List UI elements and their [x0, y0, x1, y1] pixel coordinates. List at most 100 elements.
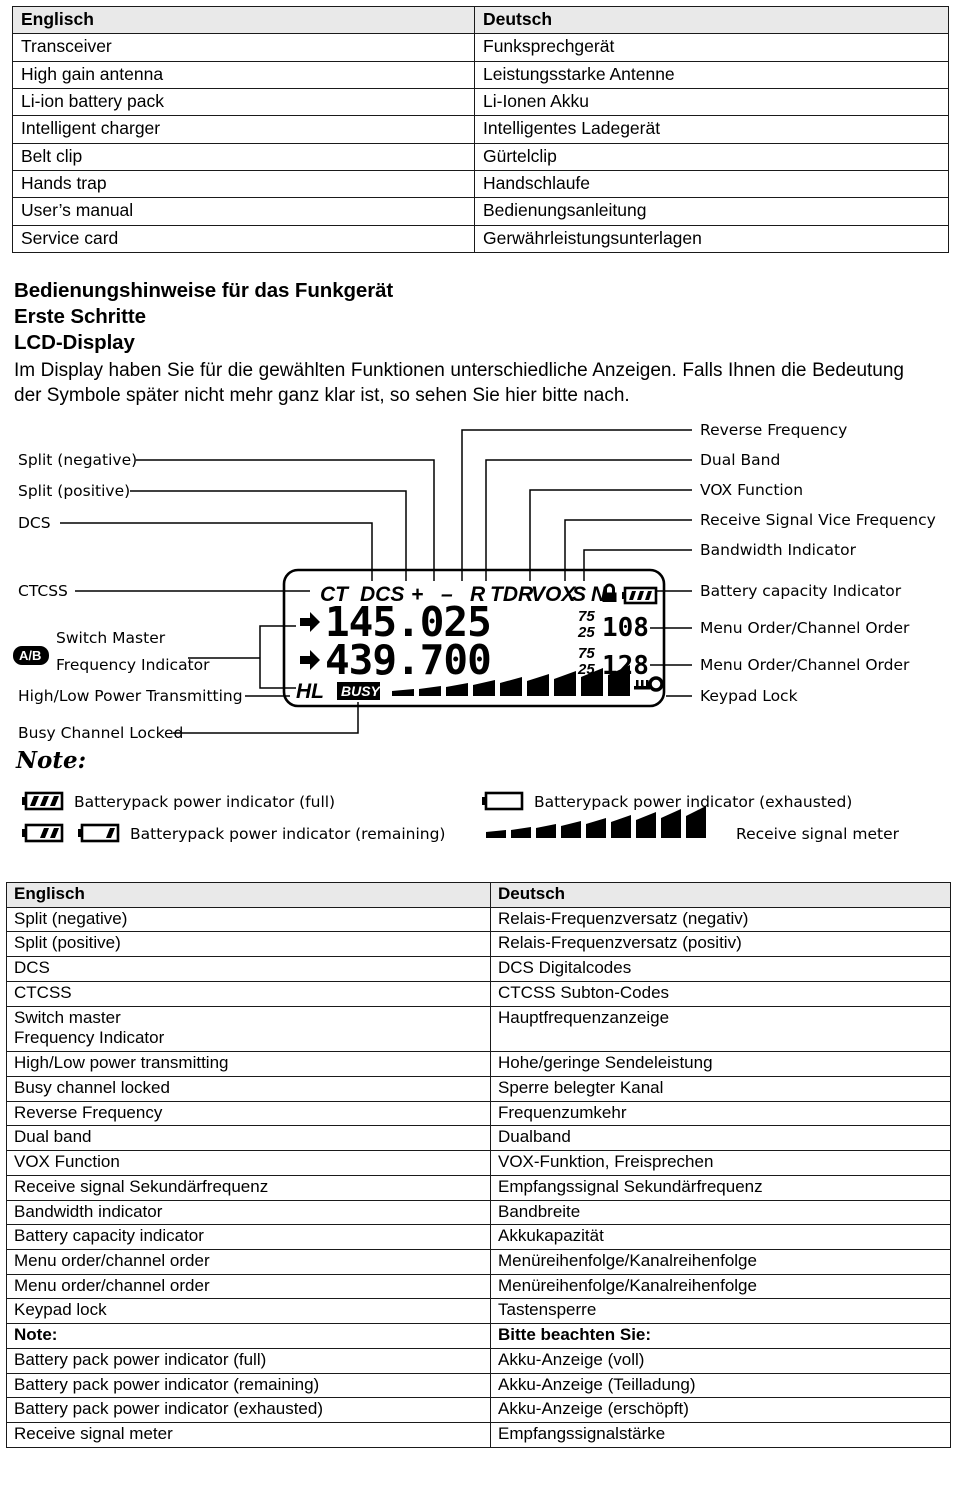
cell-english: Reverse Frequency [6, 1100, 491, 1127]
table-row: Menu order/channel order Menüreihenfolge/… [6, 1273, 951, 1300]
table-row: Belt clip Gürtelclip [12, 142, 949, 172]
table-row: Keypad lock Tastensperre [6, 1298, 951, 1325]
cell-german: Tastensperre [490, 1298, 951, 1325]
table-row: Service card Gerwährleistungsunterlagen [12, 224, 949, 254]
label-split-negative: Split (negative) [18, 451, 137, 469]
table-header-row: Englisch Deutsch [6, 882, 951, 908]
cell-german: Akkukapazität [490, 1224, 951, 1251]
label-bandwidth-indicator: Bandwidth Indicator [700, 541, 857, 559]
cell-german: Sperre belegter Kanal [490, 1075, 951, 1102]
table-row: Menu order/channel order Menüreihenfolge/… [6, 1249, 951, 1275]
label-reverse-frequency: Reverse Frequency [700, 421, 847, 439]
ab-badge: A/B [13, 646, 49, 665]
column-header-english: Englisch [6, 882, 491, 908]
label-dcs: DCS [18, 514, 51, 532]
cell-german: Menüreihenfolge/Kanalreihenfolge [490, 1273, 951, 1300]
cell-english: Menu order/channel order [6, 1273, 491, 1300]
table-row: User’s manual Bedienungsanleitung [12, 197, 949, 226]
battery-exhausted-icon [482, 791, 524, 811]
cell-english: Battery capacity indicator [6, 1224, 491, 1251]
lcd-display-diagram: .lbl { font-family: "DejaVu Sans", sans-… [0, 418, 960, 878]
table-row: High gain antenna Leistungsstarke Antenne [12, 60, 949, 90]
heading-operating-instructions: Bedienungshinweise für das Funkgerät [14, 279, 394, 302]
cell-german: Hohe/geringe Sendeleistung [490, 1051, 951, 1077]
cell-english: Intelligent charger [12, 115, 475, 144]
cell-english: Receive signal Sekundärfrequenz [6, 1174, 491, 1201]
cell-german: Gürtelclip [474, 142, 949, 172]
leader-split-negative [136, 459, 435, 581]
lcd-step-main-bottom: 25 [577, 624, 595, 641]
cell-english: Service card [12, 224, 475, 254]
lcd-display-paragraph: Im Display haben Sie für die gewählten F… [14, 360, 904, 407]
accessories-table-body: Englisch Deutsch Transceiver Funksprechgerä… [12, 5, 949, 254]
table-row: Switch master Frequency Indicator Hauptfr… [6, 1005, 951, 1053]
lcd-busy-badge: BUSY [337, 682, 382, 700]
display-symbols-table-body: Englisch Deutsch Split (negative) Relais-Fr… [6, 882, 951, 1448]
table-row: Note: Bitte beachten Sie: [6, 1323, 951, 1349]
cell-english: DCS [6, 956, 491, 982]
svg-text:A/B: A/B [19, 648, 41, 663]
column-header-english: Englisch [12, 5, 475, 35]
cell-german: Bedienungsanleitung [474, 197, 949, 226]
cell-german: Hauptfrequenzanzeige [490, 1005, 951, 1053]
lcd-step-sub-top: 75 [578, 645, 595, 662]
cell-german: Bitte beachten Sie: [490, 1323, 951, 1349]
svg-text:BUSY: BUSY [341, 683, 382, 699]
cell-german: VOX-Funktion, Freisprechen [490, 1150, 951, 1176]
battery-full-icon [22, 791, 64, 811]
table-row: Transceiver Funksprechgerät [12, 33, 949, 62]
note-item-full: Batterypack power indicator (full) [74, 793, 335, 811]
table-row: Bandwidth indicator Bandbreite [6, 1199, 951, 1226]
lcd-power-mode: HL [296, 680, 324, 703]
cell-german: Bandbreite [490, 1199, 951, 1226]
table-row: High/Low power transmitting Hohe/geringe … [6, 1051, 951, 1077]
cell-english: Keypad lock [6, 1298, 491, 1325]
cell-german: CTCSS Subton-Codes [490, 980, 951, 1007]
table-row: Battery capacity indicator Akkukapazität [6, 1224, 951, 1251]
table-row: Intelligent charger Intelligentes Ladeger… [12, 115, 949, 144]
cell-english: User’s manual [12, 197, 475, 226]
table-row: Receive signal Sekundärfrequenz Empfangss… [6, 1174, 951, 1201]
label-receive-signal-vice-frequency: Receive Signal Vice Frequency [700, 511, 936, 529]
lcd-frequency-sub: 439.700 [325, 636, 491, 684]
cell-german: Akku-Anzeige (erschöpft) [490, 1397, 951, 1424]
leader-split-positive [130, 490, 407, 581]
heading-first-steps: Erste Schritte [14, 305, 146, 329]
table-row: Battery pack power indicator (remaining)… [6, 1372, 951, 1399]
cell-english: Bandwidth indicator [6, 1199, 491, 1226]
table-row: Split (positive) Relais-Frequenzversatz (… [6, 931, 951, 958]
leader-reverse-frequency [461, 429, 692, 581]
label-menu-order-2: Menu Order/Channel Order [700, 656, 910, 674]
label-ctcss: CTCSS [18, 582, 68, 600]
label-keypad-lock: Keypad Lock [700, 687, 798, 705]
table-row: Receive signal meter Empfangssignalstärke [6, 1422, 951, 1448]
cell-german: Relais-Frequenzversatz (negativ) [490, 906, 951, 933]
label-switch-master: Switch Master [56, 629, 166, 647]
battery-remaining-icon-2 [78, 823, 120, 843]
table-row: Reverse Frequency Frequenzumkehr [6, 1100, 951, 1127]
table-row: Split (negative) Relais-Frequenzversatz (… [6, 906, 951, 933]
cell-german: Akku-Anzeige (Teilladung) [490, 1372, 951, 1399]
display-symbols-table: Englisch Deutsch Split (negative) Relais-Fr… [6, 882, 951, 1448]
cell-german: Empfangssignal Sekundärfrequenz [490, 1174, 951, 1201]
operating-instructions-section: Bedienungshinweise für das Funkgerät Ers… [14, 278, 934, 408]
cell-german: Li-Ionen Akku [474, 88, 949, 117]
cell-german: Dualband [490, 1125, 951, 1152]
cell-english: Dual band [6, 1125, 491, 1152]
table-row: VOX Function VOX-Funktion, Freisprechen [6, 1150, 951, 1176]
table-row: Hands trap Handschlaufe [12, 170, 949, 199]
label-menu-order-1: Menu Order/Channel Order [700, 619, 910, 637]
label-busy-channel-locked: Busy Channel Locked [18, 724, 183, 742]
cell-english: Battery pack power indicator (full) [6, 1347, 491, 1374]
cell-english: VOX Function [6, 1150, 491, 1176]
svg-text:S: S [572, 583, 586, 606]
accessories-table: Englisch Deutsch Transceiver Funksprechgerä… [12, 5, 949, 254]
heading-lcd-display: LCD-Display [14, 331, 135, 355]
cell-german: Akku-Anzeige (voll) [490, 1347, 951, 1374]
column-header-german: Deutsch [474, 5, 949, 35]
cell-german: Intelligentes Ladegerät [474, 115, 949, 144]
cell-english: High/Low power transmitting [6, 1051, 491, 1077]
cell-german: Funksprechgerät [474, 33, 949, 62]
table-row: DCS DCS Digitalcodes [6, 956, 951, 982]
cell-german: Gerwährleistungsunterlagen [474, 224, 949, 254]
